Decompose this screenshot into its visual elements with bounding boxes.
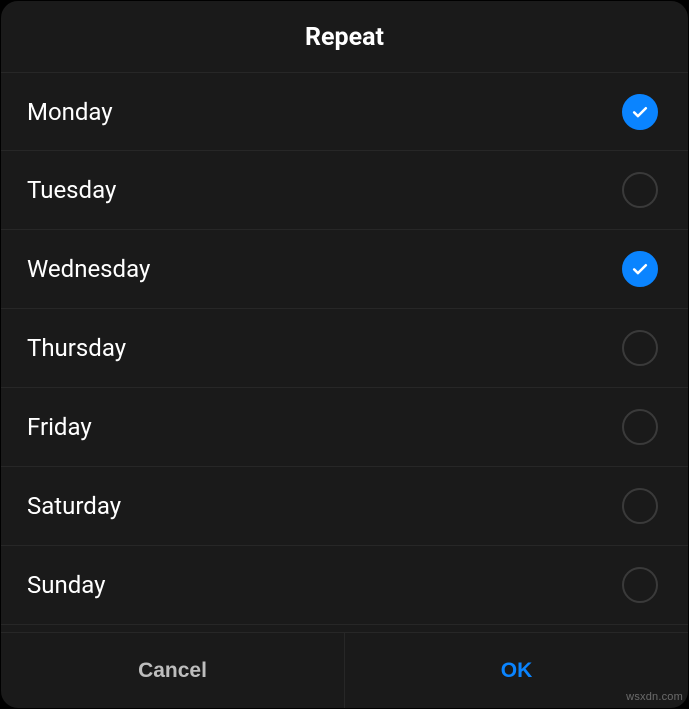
day-row-tuesday[interactable]: Tuesday — [1, 151, 688, 230]
checkbox-thursday[interactable] — [622, 330, 658, 366]
day-row-wednesday[interactable]: Wednesday — [1, 230, 688, 309]
day-label: Tuesday — [27, 176, 116, 204]
checkbox-monday[interactable] — [622, 94, 658, 130]
day-list: Monday Tuesday Wednesday — [1, 72, 688, 632]
checkbox-tuesday[interactable] — [622, 172, 658, 208]
day-row-friday[interactable]: Friday — [1, 388, 688, 467]
repeat-dialog: Repeat Monday Tuesday Wednesday — [0, 0, 689, 709]
watermark: wsxdn.com — [626, 691, 683, 703]
day-label: Friday — [27, 413, 92, 441]
checkbox-friday[interactable] — [622, 409, 658, 445]
day-label: Thursday — [27, 334, 126, 362]
dialog-header: Repeat — [1, 1, 688, 72]
checkbox-sunday[interactable] — [622, 567, 658, 603]
day-label: Wednesday — [27, 255, 150, 283]
cancel-button[interactable]: Cancel — [1, 633, 345, 708]
day-row-saturday[interactable]: Saturday — [1, 467, 688, 546]
checkbox-saturday[interactable] — [622, 488, 658, 524]
day-row-monday[interactable]: Monday — [1, 72, 688, 151]
day-label: Monday — [27, 98, 113, 126]
checkbox-wednesday[interactable] — [622, 251, 658, 287]
day-label: Sunday — [27, 571, 106, 599]
check-icon — [630, 102, 650, 122]
dialog-title: Repeat — [1, 23, 688, 52]
day-row-sunday[interactable]: Sunday — [1, 546, 688, 625]
check-icon — [630, 259, 650, 279]
dialog-footer: Cancel OK — [1, 632, 688, 708]
day-row-thursday[interactable]: Thursday — [1, 309, 688, 388]
day-label: Saturday — [27, 492, 121, 520]
